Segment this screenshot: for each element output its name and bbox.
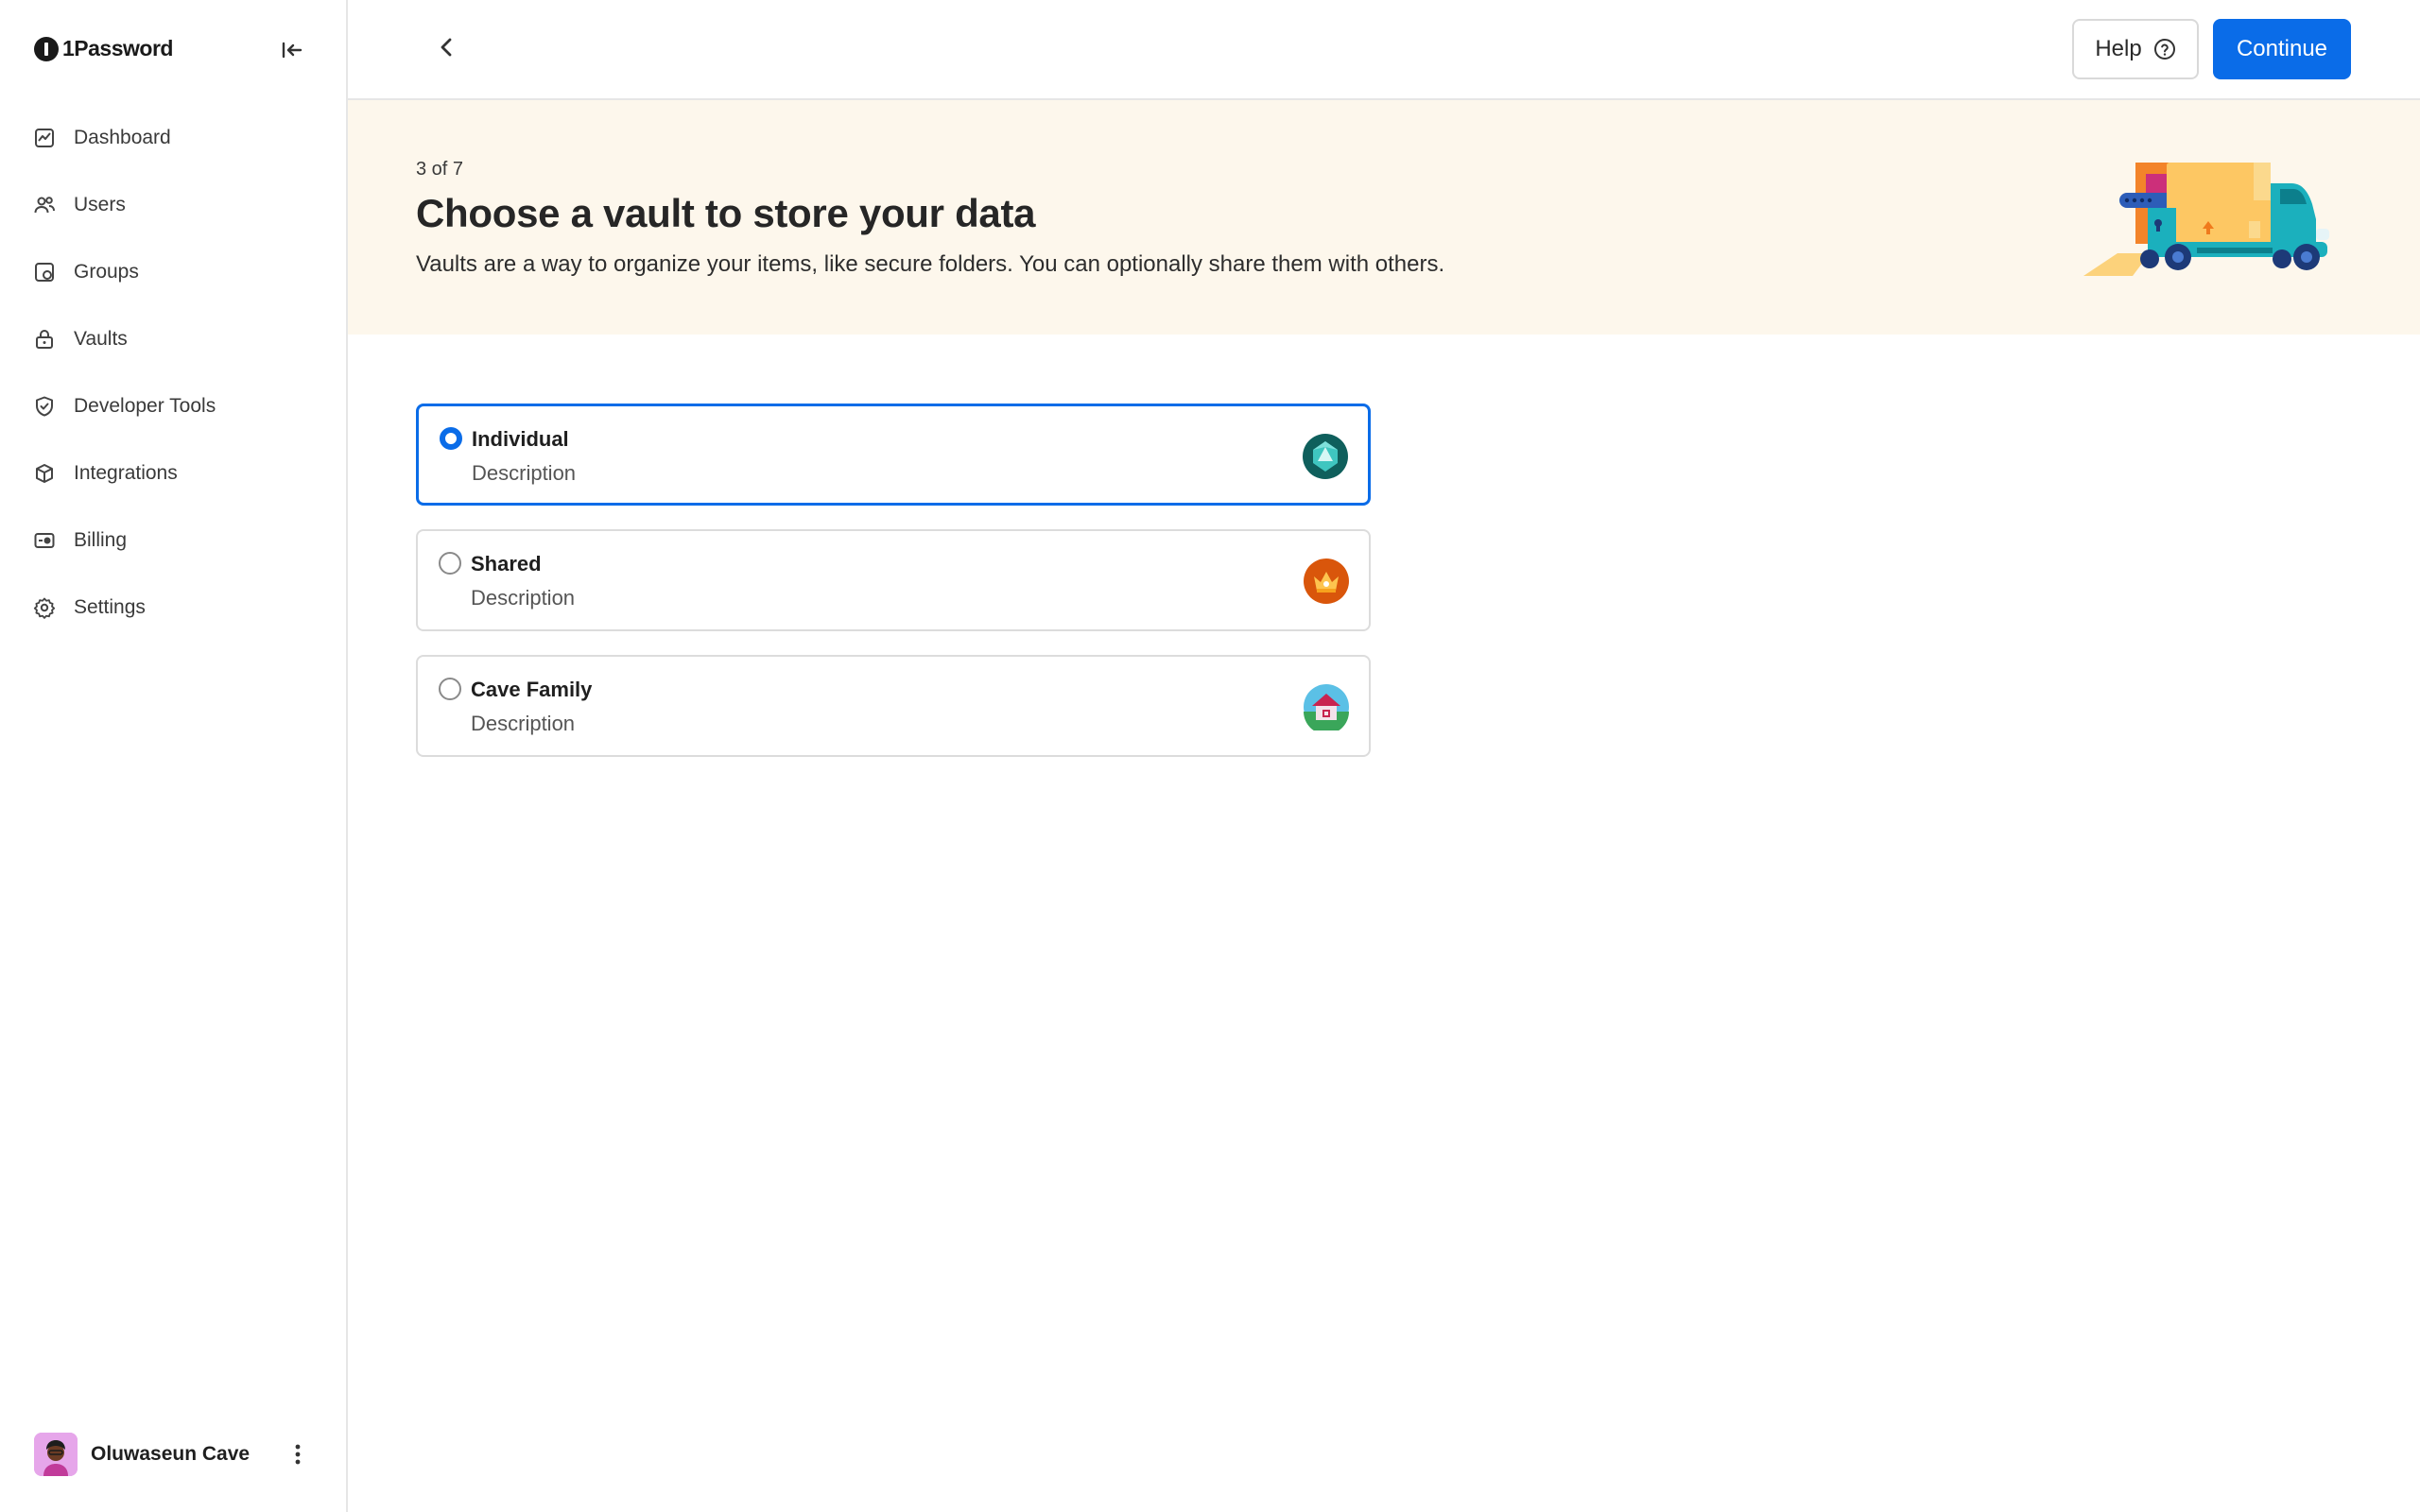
billing-icon [32,528,57,553]
sidebar-item-label: Settings [74,595,146,618]
help-button[interactable]: Help [2072,19,2199,79]
groups-icon [32,260,57,284]
sidebar-item-label: Dashboard [74,126,171,148]
step-banner: 3 of 7 Choose a vault to store your data… [348,100,2420,335]
page-subtitle: Vaults are a way to organize your items,… [416,251,1445,277]
radio-button[interactable] [439,552,461,575]
sidebar-item-billing[interactable]: Billing [0,507,346,574]
vault-name: Cave Family [471,678,593,701]
brand-name: 1Password [62,36,173,60]
radio-button[interactable] [439,678,461,700]
shield-icon [32,394,57,419]
vault-description: Description [472,461,577,485]
sidebar-item-label: Billing [74,528,128,551]
avatar [34,1433,78,1476]
question-circle-icon [2153,39,2175,60]
sidebar-item-developer-tools[interactable]: Developer Tools [0,372,346,439]
vault-options: Individual Description Shared Descriptio… [416,404,1371,781]
gem-icon [1303,434,1348,479]
step-indicator: 3 of 7 [416,159,464,180]
collapse-sidebar-button[interactable] [278,36,306,64]
current-user[interactable]: Oluwaseun Cave [34,1433,318,1476]
continue-button[interactable]: Continue [2213,19,2351,79]
back-button[interactable] [431,32,461,62]
vault-option-cave-family[interactable]: Cave Family Description [416,655,1371,757]
lock-icon [32,327,57,352]
vault-name: Shared [471,552,542,576]
more-vertical-icon [295,1444,301,1465]
sidebar-item-label: Users [74,193,126,215]
house-icon [1304,684,1349,730]
user-name: Oluwaseun Cave [91,1443,251,1465]
user-menu-button[interactable] [284,1440,312,1469]
sidebar-item-label: Vaults [74,327,128,350]
vault-option-shared[interactable]: Shared Description [416,529,1371,631]
box-icon [32,461,57,486]
sidebar-item-label: Groups [74,260,139,283]
moving-truck-illustration [2083,163,2329,276]
gear-icon [32,595,57,620]
onepassword-logo-icon [34,36,59,61]
sidebar-item-groups[interactable]: Groups [0,238,346,305]
radio-button-selected[interactable] [440,427,462,450]
vault-description: Description [471,586,576,610]
dashboard-icon [32,126,57,150]
collapse-left-icon [282,42,302,59]
vault-description: Description [471,712,576,735]
vault-option-individual[interactable]: Individual Description [416,404,1371,506]
sidebar-item-label: Developer Tools [74,394,216,417]
vault-name: Individual [472,427,569,451]
sidebar-item-integrations[interactable]: Integrations [0,439,346,507]
sidebar-item-users[interactable]: Users [0,171,346,238]
sidebar-item-settings[interactable]: Settings [0,574,346,641]
app-root: 1Password Dashboard Users Groups Vaults … [0,0,2420,1512]
help-label: Help [2095,36,2142,61]
sidebar-item-label: Integrations [74,461,178,484]
brand-logo[interactable]: 1Password [34,36,173,61]
users-icon [32,193,57,217]
page-title: Choose a vault to store your data [416,191,1036,235]
top-bar: Help Continue [348,0,2420,100]
sidebar: 1Password Dashboard Users Groups Vaults … [0,0,348,1512]
sidebar-nav: Dashboard Users Groups Vaults Developer … [0,104,346,641]
sidebar-item-dashboard[interactable]: Dashboard [0,104,346,171]
sidebar-item-vaults[interactable]: Vaults [0,305,346,372]
crown-icon [1304,558,1349,604]
chevron-left-icon [441,38,452,57]
